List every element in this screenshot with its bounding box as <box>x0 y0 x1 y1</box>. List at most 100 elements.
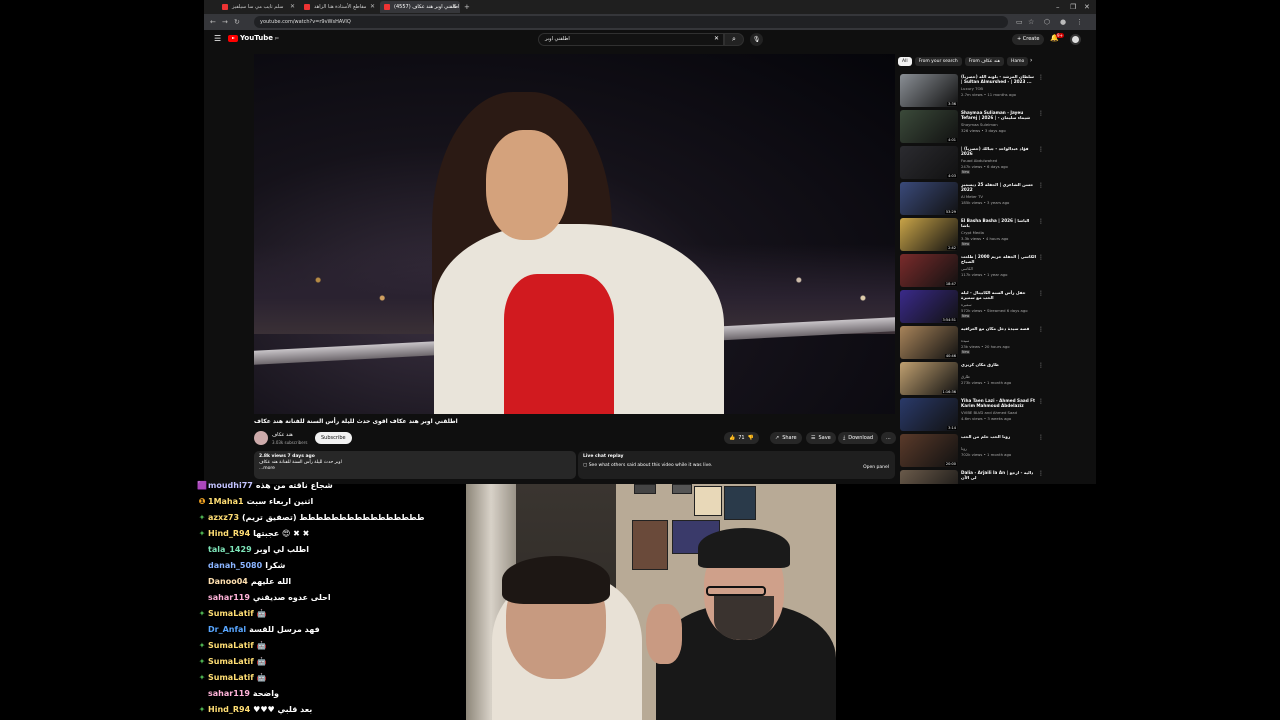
more-actions-button[interactable]: ... <box>881 432 896 444</box>
recommendation-channel[interactable]: طارق <box>961 374 970 379</box>
recommendation-title[interactable]: Yiha Taen Lazi - Ahmed Saad Ft Karim Mah… <box>961 398 1037 408</box>
recommendation-item[interactable]: 53:29 حسن الشاعري | الحفلة 25 ديسمبر 2022… <box>900 182 1090 216</box>
share-button[interactable]: ↗ Share <box>770 432 802 444</box>
recommendation-channel[interactable]: Crypt Media <box>961 230 984 235</box>
save-button[interactable]: ☰ Save <box>806 432 836 444</box>
browser-tab-3[interactable]: اطلقني اوبر هند عكاف (4557) ✕ <box>380 1 460 13</box>
chip-from-search[interactable]: From your search <box>914 57 962 66</box>
profile-icon[interactable]: ● <box>1060 16 1066 28</box>
description-box[interactable]: 2.8k views 7 days ago اوبر حدث لليلة رأس… <box>254 451 576 479</box>
youtube-logo[interactable]: YouTube JO <box>228 34 279 42</box>
bookmark-star-icon[interactable]: ☆ <box>1028 16 1034 28</box>
video-thumbnail[interactable]: 4:03 <box>900 146 958 179</box>
more-options-icon[interactable]: ⋮ <box>1038 326 1044 333</box>
recommendation-item[interactable]: 3:36 سلطان المرشد - بلونه الله (حصرياً) |… <box>900 74 1090 108</box>
close-tab-icon[interactable]: ✕ <box>370 1 375 13</box>
create-button[interactable]: + Create <box>1012 34 1045 45</box>
dislike-icon[interactable]: 👎 <box>748 432 754 444</box>
cast-icon[interactable]: ▭ <box>1016 16 1023 28</box>
channel-name[interactable]: هند عكاف <box>272 432 293 438</box>
chat-username[interactable]: Dr_Anfal <box>208 625 246 634</box>
close-tab-icon[interactable]: ✕ <box>290 1 295 13</box>
recommendation-title[interactable]: Shaymaa Suliaman - Jayeu Tefarej | 2026 … <box>961 110 1037 120</box>
hamburger-menu-icon[interactable]: ☰ <box>214 34 221 43</box>
recommendation-item[interactable]: 40:46 قصة سيدة دخل مكان مع العراقية سيدة 23… <box>900 326 1090 360</box>
chat-username[interactable]: sahar119 <box>208 593 250 602</box>
search-button[interactable]: ⌕ <box>724 33 744 46</box>
video-thumbnail[interactable]: 3:36 <box>900 74 958 107</box>
recommendation-channel[interactable]: Al Meter TV <box>961 194 983 199</box>
chat-username[interactable]: 1Maha1 <box>208 497 244 506</box>
chips-next-icon[interactable]: › <box>1030 57 1032 64</box>
clear-search-icon[interactable]: ✕ <box>714 35 719 42</box>
menu-dots-icon[interactable]: ⋮ <box>1076 16 1083 28</box>
chat-username[interactable]: moudhi77 <box>208 481 253 490</box>
channel-avatar[interactable] <box>254 431 268 445</box>
more-options-icon[interactable]: ⋮ <box>1038 218 1044 225</box>
more-options-icon[interactable]: ⋮ <box>1038 74 1044 81</box>
recommendation-item[interactable]: 4:03 فؤاد عبدالواحد - جبالك (حصرياً) | 20… <box>900 146 1090 180</box>
video-thumbnail[interactable]: 4:01 <box>900 110 958 143</box>
chat-username[interactable]: tala_1429 <box>208 545 252 554</box>
video-thumbnail[interactable] <box>900 470 958 484</box>
recommendation-title[interactable]: رونا الحب حلم من الحب <box>961 434 1037 439</box>
recommendation-title[interactable]: حفل رأس السنة الكابيتال - ليلة الحب مع س… <box>961 290 1037 300</box>
recommendation-title[interactable]: الكاسي | الحفلة حريم 2000 | طلعت الصباح <box>961 254 1037 264</box>
recommendation-channel[interactable]: Fouad Abdulwahed <box>961 158 997 163</box>
chip-from-channel[interactable]: From هند عكاف <box>964 57 1004 66</box>
close-tab-icon[interactable]: ✕ <box>452 1 457 13</box>
forward-icon[interactable]: → <box>222 16 228 28</box>
recommendation-title[interactable]: El Basha Basha | 2026 | الباشا باشا <box>961 218 1037 228</box>
browser-tab-1[interactable]: سلم تايب مي سا سيلفيز ✕ <box>218 1 298 13</box>
chat-username[interactable]: SumaLatif <box>208 657 254 666</box>
recommendation-title[interactable]: طارق مكان كزيزي <box>961 362 1037 367</box>
video-thumbnail[interactable]: 20:00 <box>900 434 958 467</box>
chat-username[interactable]: azxz73 <box>208 513 239 522</box>
chat-username[interactable]: danah_5080 <box>208 561 262 570</box>
download-button[interactable]: ⤓ Download <box>838 432 879 444</box>
recommendation-item[interactable]: Dalia - Arjaili Ia An | دالية - ارجع لي … <box>900 470 1090 484</box>
more-options-icon[interactable]: ⋮ <box>1038 182 1044 189</box>
video-thumbnail[interactable]: 3:14 <box>900 398 958 431</box>
voice-search-icon[interactable]: 🎙 <box>750 33 763 46</box>
recommendation-channel[interactable]: الكاسي <box>961 266 973 271</box>
more-options-icon[interactable]: ⋮ <box>1038 146 1044 153</box>
recommendation-item[interactable]: 20:00 رونا الحب حلم من الحب رونا 702k views… <box>900 434 1090 468</box>
chip-all[interactable]: All <box>898 57 912 66</box>
recommendation-item[interactable]: 3:54:51 حفل رأس السنة الكابيتال - ليلة ال… <box>900 290 1090 324</box>
video-player[interactable] <box>254 54 895 414</box>
chat-username[interactable]: Hind_R94 <box>208 529 250 538</box>
chat-username[interactable]: SumaLatif <box>208 609 254 618</box>
subscribe-button[interactable]: Subscribe <box>315 432 352 444</box>
chat-username[interactable]: Danoo04 <box>208 577 248 586</box>
more-options-icon[interactable]: ⋮ <box>1038 362 1044 369</box>
more-options-icon[interactable]: ⋮ <box>1038 254 1044 261</box>
recommendation-item[interactable]: 2:42 El Basha Basha | 2026 | الباشا باشا C… <box>900 218 1090 252</box>
chat-username[interactable]: sahar119 <box>208 689 250 698</box>
maximize-button[interactable]: ❐ <box>1070 0 1076 14</box>
browser-tab-2[interactable]: مقاطع الأستاذة هنا الزاهد ✕ <box>300 1 378 13</box>
recommendation-channel[interactable]: VVIBE BLVD and Ahmed Saad <box>961 410 1017 415</box>
chat-username[interactable]: Hind_R94 <box>208 705 250 714</box>
show-more-link[interactable]: ...more <box>259 466 571 472</box>
recommendation-item[interactable]: 1:16:36 طارق مكان كزيزي طارق 273k views • 1… <box>900 362 1090 396</box>
recommendation-title[interactable]: حسن الشاعري | الحفلة 25 ديسمبر 2022 <box>961 182 1037 192</box>
recommendation-title[interactable]: سلطان المرشد - بلونه الله (حصرياً) | Sul… <box>961 74 1037 84</box>
close-window-button[interactable]: ✕ <box>1084 0 1090 14</box>
chat-username[interactable]: SumaLatif <box>208 641 254 650</box>
url-input[interactable]: youtube.com/watch?v=r9vWsHAVIQ <box>254 16 1008 28</box>
more-options-icon[interactable]: ⋮ <box>1038 398 1044 405</box>
chat-username[interactable]: SumaLatif <box>208 673 254 682</box>
account-avatar[interactable] <box>1070 34 1081 45</box>
minimize-button[interactable]: – <box>1056 0 1060 14</box>
video-thumbnail[interactable]: 40:46 <box>900 326 958 359</box>
more-options-icon[interactable]: ⋮ <box>1038 470 1044 477</box>
recommendation-item[interactable]: 4:01 Shaymaa Suliaman - Jayeu Tefarej | 2… <box>900 110 1090 144</box>
back-icon[interactable]: ← <box>210 16 216 28</box>
reload-icon[interactable]: ↻ <box>234 16 240 28</box>
recommendation-item[interactable]: 3:14 Yiha Taen Lazi - Ahmed Saad Ft Karim… <box>900 398 1090 432</box>
recommendation-channel[interactable]: سميرة <box>961 302 972 307</box>
more-options-icon[interactable]: ⋮ <box>1038 290 1044 297</box>
like-icon[interactable]: 👍 <box>729 432 735 444</box>
search-input[interactable]: اطلقني اوبر <box>538 33 724 46</box>
